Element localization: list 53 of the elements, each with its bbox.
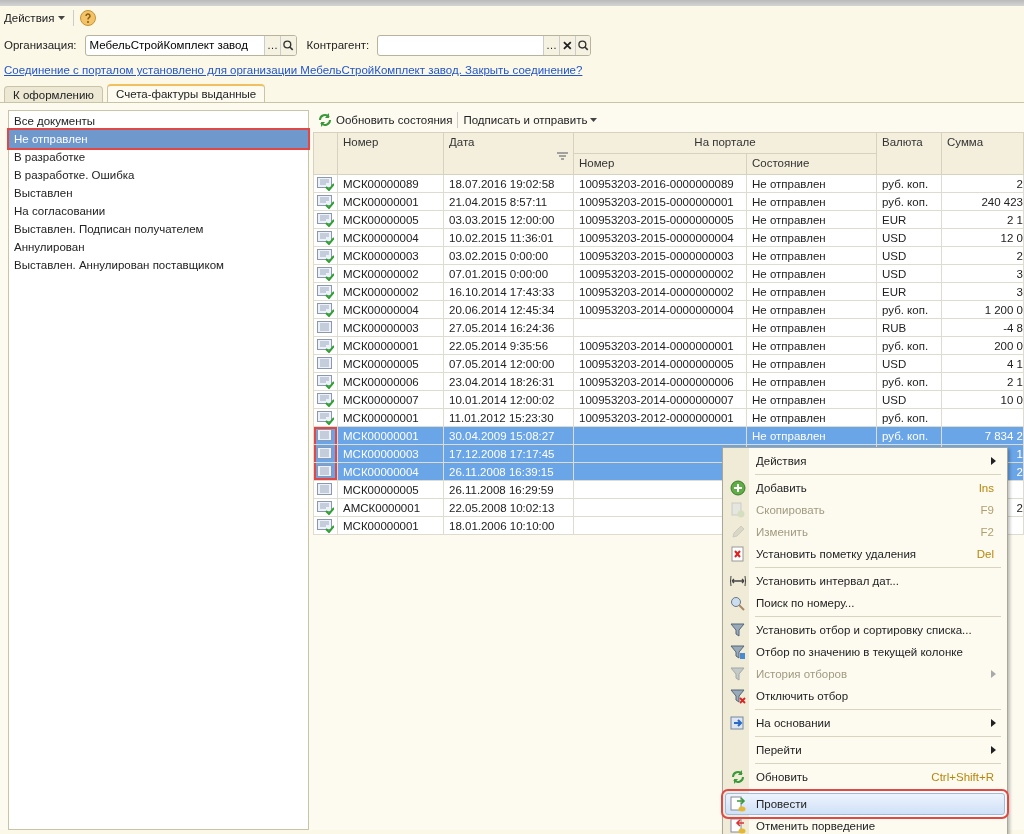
search-icon <box>730 595 746 611</box>
delete-mark-icon <box>730 546 746 562</box>
filter-icon <box>730 666 746 682</box>
menu-item[interactable]: На основании <box>725 712 1005 734</box>
refresh-icon <box>317 112 333 128</box>
unpost-document-icon <box>730 818 746 834</box>
counterparty-label: Контрагент: <box>306 39 370 51</box>
actions-menu-button[interactable]: Действия <box>2 10 68 26</box>
column-header[interactable]: Дата <box>443 132 574 175</box>
filter-icon <box>730 622 746 638</box>
status-item[interactable]: На согласовании <box>9 202 308 220</box>
sign-send-button[interactable]: Подписать и отправить <box>463 114 598 126</box>
refresh-icon <box>730 769 746 785</box>
column-header[interactable]: Сумма <box>941 132 1024 175</box>
menu-item[interactable]: Установить интервал дат... <box>725 570 1005 592</box>
filter-icon <box>730 644 746 660</box>
connection-link[interactable]: Соединение с порталом установлено для организации МебельСтройКомплект завод. Закрыть соединение? <box>4 64 583 76</box>
add-icon <box>730 480 746 496</box>
column-header[interactable]: На портале <box>573 132 877 154</box>
status-item[interactable]: Выставлен <box>9 184 308 202</box>
tab[interactable]: Счета-фактуры выданные <box>106 84 266 102</box>
menu-item[interactable]: Установить пометку удаления Del <box>725 543 1005 565</box>
caret-icon <box>590 118 598 122</box>
status-item[interactable]: В разработке <box>9 148 308 166</box>
menu-item[interactable]: Перейти <box>725 739 1005 761</box>
organization-field[interactable]: МебельСтройКомплект завод … <box>84 34 297 56</box>
status-item[interactable]: Аннулирован <box>9 238 308 256</box>
menu-item[interactable]: Поиск по номеру... <box>725 592 1005 614</box>
select-button[interactable]: … <box>264 35 280 55</box>
counterparty-field[interactable]: … <box>377 34 592 56</box>
menu-item[interactable]: Отменить порведение <box>725 815 1005 834</box>
column-header[interactable]: Номер <box>337 132 444 175</box>
select-button[interactable]: … <box>543 35 559 55</box>
organization-label: Организация: <box>4 39 77 51</box>
caret-icon <box>58 16 66 20</box>
refresh-states-button[interactable]: Ообновить состояния <box>317 112 453 128</box>
menu-item[interactable]: Установить отбор и сортировку списка... <box>725 619 1005 641</box>
tab[interactable]: К оформлению <box>4 86 103 102</box>
status-item[interactable]: Выставлен. Аннулирован поставщиком <box>9 256 308 274</box>
copy-icon <box>730 502 746 518</box>
pencil-icon <box>730 524 746 540</box>
menu-item[interactable]: Отбор по значению в текущей колонке <box>725 641 1005 663</box>
post-document-icon <box>730 796 746 812</box>
help-icon[interactable] <box>80 10 97 26</box>
header-cell <box>313 132 338 175</box>
menu-item[interactable]: Отключить отбор <box>725 685 1005 707</box>
status-item[interactable]: В разработке. Ошибка <box>9 166 308 184</box>
column-header[interactable]: Валюта <box>876 132 942 175</box>
status-item[interactable]: Все документы <box>9 112 308 130</box>
interval-icon <box>730 573 746 589</box>
status-item[interactable]: Выставлен. Подписан получателем <box>9 220 308 238</box>
filter-off-icon <box>730 688 746 704</box>
menu-item[interactable]: Обновить Ctrl+Shift+R <box>725 766 1005 788</box>
